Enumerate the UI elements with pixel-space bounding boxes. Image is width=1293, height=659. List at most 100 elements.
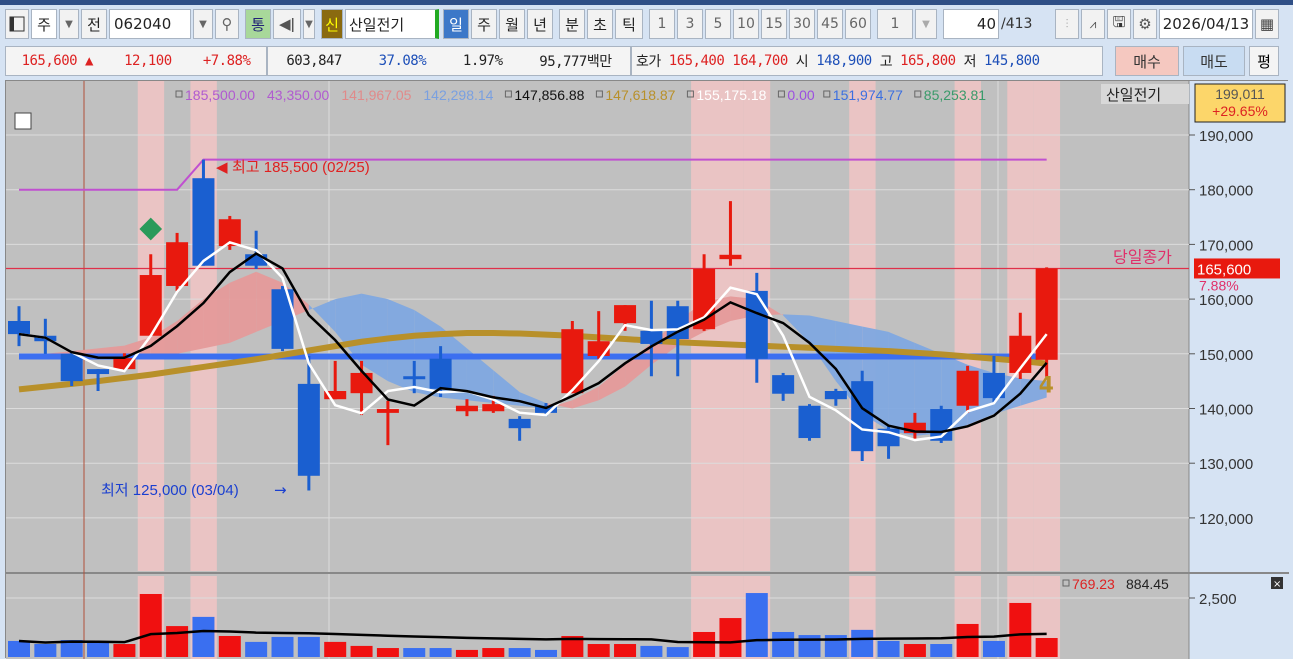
interval-1[interactable]: 1 [649, 9, 675, 39]
prev-button[interactable]: 전 [81, 9, 107, 39]
candle-body [429, 358, 452, 389]
volume-bar [1009, 602, 1032, 657]
period-tab-week[interactable]: 주 [471, 9, 497, 39]
legend-value: 151,974.77 [833, 87, 903, 103]
ma-marker-label: 4 [1039, 373, 1054, 398]
speaker-icon[interactable]: ◀ǀ [273, 9, 301, 39]
interval-45[interactable]: 45 [817, 9, 843, 39]
period-tab-tick[interactable]: 틱 [615, 9, 643, 39]
volume-bar [1035, 638, 1058, 657]
period-tab-minute[interactable]: 분 [559, 9, 585, 39]
candle-body [956, 370, 979, 406]
candle-body [87, 369, 110, 375]
layout-icon[interactable] [5, 9, 29, 39]
calendar-icon[interactable]: ▦ [1255, 9, 1279, 39]
new-listing-badge: 신 [321, 9, 343, 39]
candle-body [350, 372, 373, 394]
interval-60[interactable]: 60 [845, 9, 871, 39]
interval-15[interactable]: 15 [761, 9, 787, 39]
candle-body [561, 329, 584, 394]
candle-style-icon[interactable]: ⫶ [1055, 9, 1079, 39]
volume-bar [34, 644, 57, 657]
chevron-down-icon[interactable]: ▼ [303, 9, 315, 39]
tong-button[interactable]: 통 [245, 9, 271, 39]
candle-count-input[interactable]: 40 [943, 9, 999, 39]
candle-body [60, 353, 83, 382]
save-icon[interactable]: 🖫 [1107, 9, 1131, 39]
legend-value: 141,967.05 [341, 87, 411, 103]
candle-body [719, 254, 742, 260]
current-price: 165,600 [21, 53, 78, 69]
search-icon[interactable]: ⚲ [215, 9, 239, 39]
stock-code-input[interactable]: 062040 [109, 9, 191, 39]
close-panel-glyph: × [1273, 579, 1281, 590]
candle-body [8, 320, 30, 335]
high-price: 165,800 [900, 53, 956, 69]
ichimoku-cloud [229, 271, 257, 343]
add-indicator-icon[interactable]: ⩘ [1081, 9, 1105, 39]
y-tick-label: 190,000 [1199, 128, 1253, 145]
candle-body [139, 275, 162, 336]
volume-bar [350, 645, 373, 657]
legend-value: 185,500.00 [185, 87, 255, 103]
volume-bar [192, 616, 215, 657]
price-chart[interactable]: 190,000 180,000 170,000 160,000 150,000 140,0… [5, 80, 1289, 659]
high-label: 고 [879, 54, 893, 70]
period-tab-year[interactable]: 년 [527, 9, 553, 39]
close-line-label: 당일종가 [1113, 247, 1172, 266]
chevron-down-icon[interactable]: ▼ [915, 9, 937, 39]
ohlc-box: 호가 165,400 164,700 시 148,900 고 165,800 저… [631, 46, 1103, 76]
volume-bar [745, 593, 768, 657]
projection-pct: +29.65% [1212, 103, 1268, 119]
low-price: 145,800 [984, 53, 1040, 69]
interval-10[interactable]: 10 [733, 9, 759, 39]
volume-bar [587, 644, 610, 657]
ask-price: 165,400 [668, 53, 725, 69]
candle [271, 285, 294, 352]
gear-icon[interactable]: ⚙ [1133, 9, 1157, 39]
signal-band [954, 81, 981, 571]
arrow-right-icon: → [274, 481, 287, 499]
candle-body [192, 178, 215, 266]
period-tab-second[interactable]: 초 [587, 9, 613, 39]
open-label: 시 [795, 54, 809, 70]
up-arrow-icon: ▲ [85, 53, 93, 69]
y-tick-label: 130,000 [1199, 456, 1253, 473]
interval-30[interactable]: 30 [789, 9, 815, 39]
multiplier-select[interactable]: 1 [877, 9, 913, 39]
volume-bar [666, 647, 689, 657]
sell-button[interactable]: 매도 [1183, 46, 1245, 76]
candle-body [614, 305, 637, 324]
candle-body [508, 418, 531, 429]
date-input[interactable]: 2026/04/13 [1159, 9, 1253, 39]
projection-value: 199,011 [1215, 86, 1265, 102]
y-tick-label: 140,000 [1199, 402, 1253, 419]
toolbar: 주 ▼ 전 062040 ▼ ⚲ 통 ◀ǀ ▼ 신 산일전기 일 주 월 년 분… [5, 9, 1279, 39]
volume-bar [614, 644, 637, 657]
volume-bar [719, 618, 742, 657]
chart-canvas[interactable]: 190,000 180,000 170,000 160,000 150,000 140,0… [6, 81, 1289, 659]
period-tab-day[interactable]: 일 [443, 9, 469, 39]
candle-body [772, 375, 795, 394]
price-change-pct: +7.88% [202, 53, 251, 69]
market-select[interactable]: 주 [31, 9, 57, 39]
interval-5[interactable]: 5 [705, 9, 731, 39]
bid-price: 164,700 [732, 53, 788, 69]
price-box: 165,600 ▲ 12,100 +7.88% [5, 46, 267, 76]
chevron-down-icon[interactable]: ▼ [193, 9, 213, 39]
evaluate-button[interactable]: 평 [1249, 46, 1279, 76]
volume-bar [930, 644, 953, 657]
current-price-tag-pct: 7.88% [1199, 277, 1239, 293]
volume-bar [166, 626, 189, 657]
chevron-down-icon[interactable]: ▼ [59, 9, 79, 39]
candle-body [851, 381, 874, 452]
volume-bar [903, 644, 926, 657]
interval-3[interactable]: 3 [677, 9, 703, 39]
ichimoku-cloud [888, 331, 915, 436]
candle-body [798, 405, 821, 439]
legend-value: 43,350.00 [267, 87, 329, 103]
buy-button[interactable]: 매수 [1115, 46, 1179, 76]
volume-bar [271, 636, 294, 657]
period-tab-month[interactable]: 월 [499, 9, 525, 39]
y-tick-label: 120,000 [1199, 511, 1253, 528]
